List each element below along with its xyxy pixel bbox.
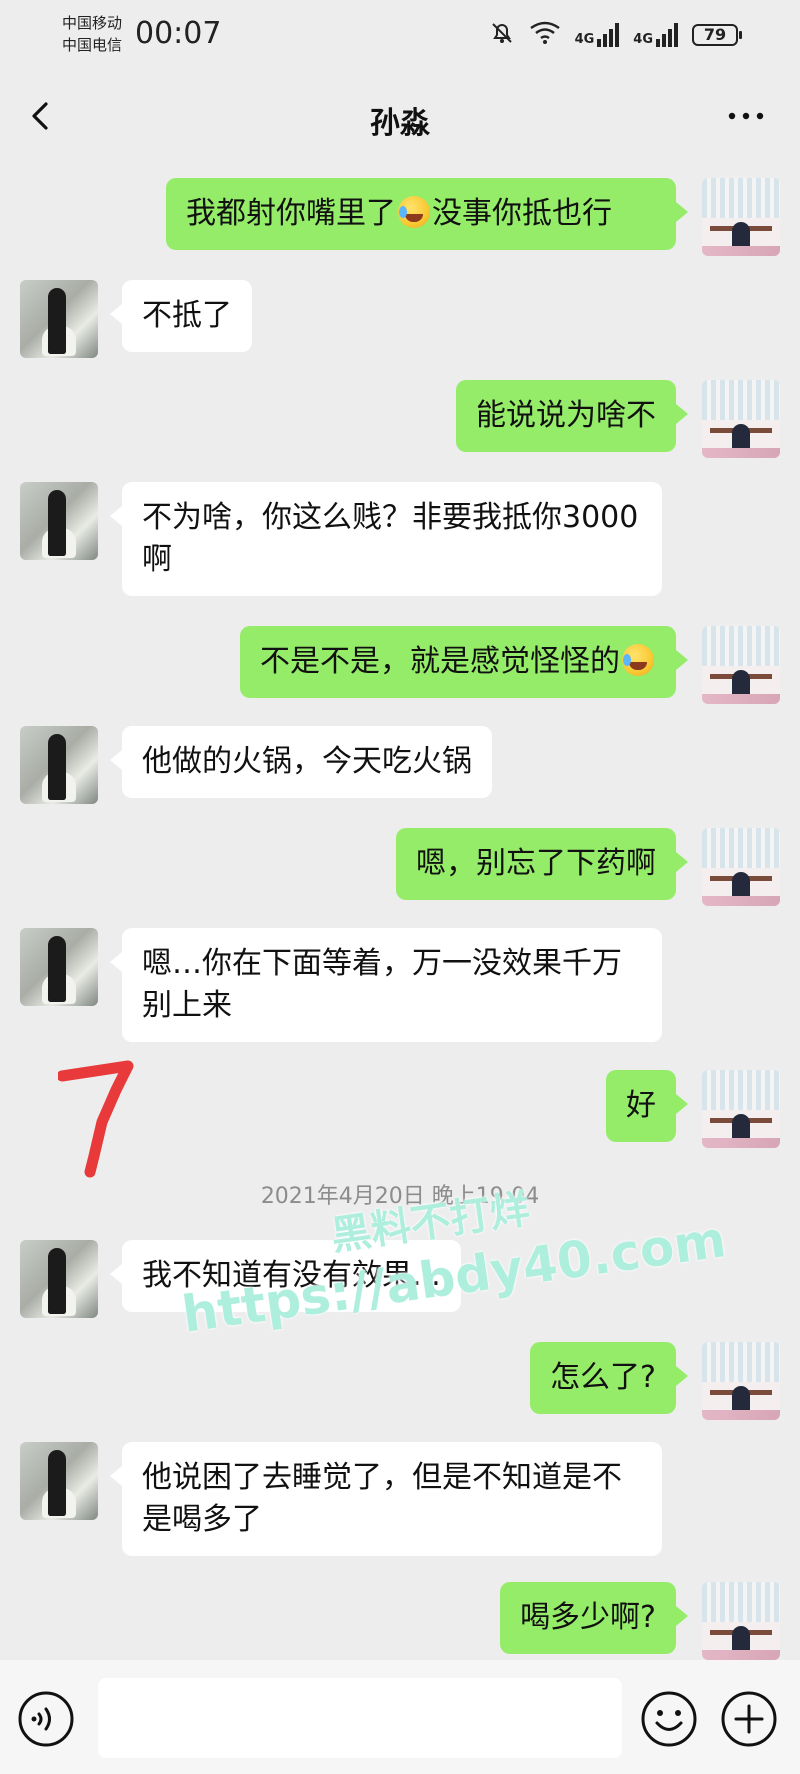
more-functions-plus-icon[interactable] [720,1690,778,1748]
carrier-2: 中国电信 [62,36,123,54]
contact-avatar[interactable] [20,726,98,804]
carrier-1: 中国移动 [62,14,123,32]
network-type-2: 4G [633,32,653,47]
more-options-icon[interactable] [726,96,766,136]
message-timestamp: 2021年4月20日 晚上19:04 [260,1184,540,1209]
outgoing-message-bubble[interactable]: 好 [606,1070,688,1142]
tears-of-joy-emoji-icon [398,196,430,228]
handwritten-seven-mark: 7 [56,1060,138,1180]
clock: 00:07 [135,16,222,51]
message-text: 嗯…你在下面等着，万一没效果千万别上来 [142,946,622,1023]
incoming-message-bubble[interactable]: 嗯…你在下面等着，万一没效果千万别上来 [110,928,662,1042]
status-icons: 4G 4G 79 [489,20,742,50]
signal-1-icon: 4G [575,23,620,47]
message-text: 不为啥，你这么贱？非要我抵你3000啊 [142,500,639,577]
contact-avatar[interactable] [20,1240,98,1318]
outgoing-message-bubble[interactable]: 嗯，别忘了下药啊 [396,828,688,900]
annotation-mark-text: 7 [58,1060,59,1061]
message-text: 不是不是，就是感觉怪怪的 [260,644,620,679]
incoming-message-bubble[interactable]: 他说困了去睡觉了，但是不知道是不是喝多了 [110,1442,662,1556]
message-text: 他做的火锅，今天吃火锅 [142,744,472,779]
emoji-picker-icon[interactable] [640,1690,698,1748]
incoming-message-bubble[interactable]: 我不知道有没有效果... [110,1240,461,1312]
message-text: 他说困了去睡觉了，但是不知道是不是喝多了 [142,1460,622,1537]
message-input[interactable] [98,1678,622,1758]
message-text: 不抵了 [142,298,232,333]
incoming-message-bubble[interactable]: 他做的火锅，今天吃火锅 [110,726,492,798]
contact-avatar[interactable] [20,482,98,560]
chat-title: 孙淼 [370,106,430,141]
contact-avatar[interactable] [20,280,98,358]
incoming-message-bubble[interactable]: 不抵了 [110,280,252,352]
input-bar [0,1660,800,1774]
contact-avatar[interactable] [20,1442,98,1520]
message-text: 嗯，别忘了下药啊 [416,846,656,881]
my-avatar[interactable] [702,380,780,458]
outgoing-message-bubble[interactable]: 不是不是，就是感觉怪怪的 [240,626,688,698]
message-text: 我都射你嘴里了 [186,196,396,231]
contact-avatar[interactable] [20,928,98,1006]
carrier-labels: 中国移动 中国电信 [62,12,122,56]
outgoing-message-bubble[interactable]: 怎么了? [530,1342,688,1414]
chat-history[interactable]: 我都射你嘴里了 没事你抵也行 不抵了 能说说为啥不 不为啥，你这么贱？非要我抵你3… [0,168,800,1660]
chat-header: 孙淼 [0,68,800,168]
outgoing-message-bubble[interactable]: 喝多少啊? [500,1582,688,1654]
incoming-message-bubble[interactable]: 不为啥，你这么贱？非要我抵你3000啊 [110,482,662,596]
voice-input-icon[interactable] [17,1690,75,1748]
my-avatar[interactable] [702,1582,780,1660]
network-type-1: 4G [574,32,595,47]
outgoing-message-bubble[interactable]: 能说说为啥不 [456,380,688,452]
message-text: 我不知道有没有效果... [142,1258,441,1293]
my-avatar[interactable] [702,828,780,906]
my-avatar[interactable] [702,626,780,704]
status-bar: 中国移动 中国电信 00:07 4G 4G 79 [0,0,800,68]
wifi-icon [529,20,561,50]
my-avatar[interactable] [702,1342,780,1420]
message-text: 好 [626,1088,656,1123]
outgoing-message-bubble[interactable]: 我都射你嘴里了 没事你抵也行 [166,178,688,250]
tears-of-joy-emoji-icon [622,644,654,676]
signal-2-icon: 4G [633,23,678,47]
message-text: 没事你抵也行 [432,196,612,231]
message-text: 能说说为啥不 [476,398,656,433]
message-text: 怎么了? [550,1360,656,1395]
message-text: 喝多少啊? [520,1600,656,1635]
my-avatar[interactable] [702,178,780,256]
battery-icon: 79 [692,24,742,46]
bell-off-icon [489,20,515,50]
my-avatar[interactable] [702,1070,780,1148]
